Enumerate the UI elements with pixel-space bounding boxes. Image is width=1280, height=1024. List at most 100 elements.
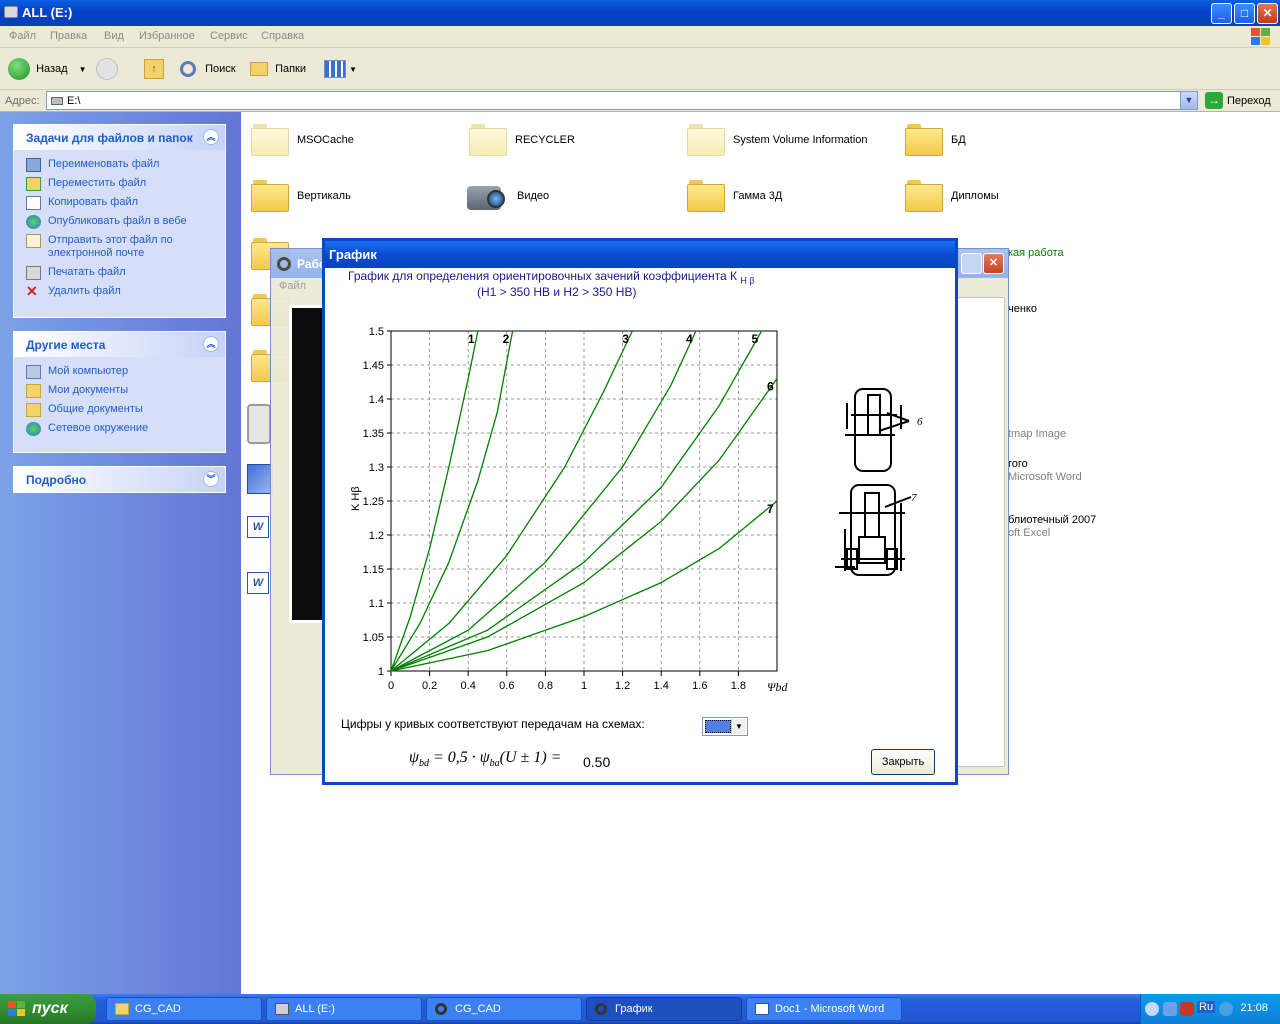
address-input[interactable]: E:\ ▼: [46, 91, 1198, 110]
views-button[interactable]: ▼: [324, 56, 357, 82]
menu-file[interactable]: Файл: [279, 280, 306, 292]
y-tick-label: 1.15: [363, 564, 384, 576]
task-rename[interactable]: Переименовать файл: [26, 158, 215, 172]
color-swatch: [705, 720, 731, 733]
network-icon: [26, 422, 41, 436]
place-network[interactable]: Сетевое окружение: [26, 422, 215, 436]
file-item[interactable]: RECYCLER: [469, 118, 669, 166]
taskbar-button-active[interactable]: График: [586, 997, 742, 1021]
collapse-chevron-icon[interactable]: ︽: [203, 336, 219, 352]
close-button[interactable]: ✕: [1257, 3, 1278, 24]
place-shared-documents[interactable]: Общие документы: [26, 403, 215, 417]
y-tick-label: 1.4: [369, 394, 384, 406]
task-email[interactable]: Отправить этот файл по электронной почте: [26, 234, 215, 260]
menu-tools[interactable]: Сервис: [210, 30, 248, 42]
standard-toolbar: Назад ▼ ↑ Поиск Папки ▼: [0, 48, 1280, 90]
folders-icon: [250, 62, 268, 77]
forward-arrow-icon: [96, 58, 118, 81]
task-publish[interactable]: Опубликовать файл в вебе: [26, 215, 215, 229]
task-delete[interactable]: ✕ Удалить файл: [26, 284, 215, 298]
menu-help[interactable]: Справка: [261, 30, 304, 42]
language-indicator[interactable]: Ru: [1197, 1001, 1216, 1013]
scheme-select[interactable]: ▼: [702, 717, 748, 736]
start-button[interactable]: пуск: [0, 994, 96, 1024]
file-tasks-header[interactable]: Задачи для файлов и папок ︽: [14, 125, 225, 150]
collapse-chevron-icon[interactable]: ︽: [203, 129, 219, 145]
word-document-icon[interactable]: W: [247, 572, 269, 594]
envelope-icon: [26, 234, 41, 248]
task-print[interactable]: Печатать файл: [26, 266, 215, 280]
menu-bar: Файл Правка Вид Избранное Сервис Справка: [0, 26, 1280, 48]
taskbar-button[interactable]: Doc1 - Microsoft Word: [746, 997, 902, 1021]
y-tick-label: 1.2: [369, 530, 384, 542]
maximize-button[interactable]: [961, 253, 982, 274]
file-item[interactable]: System Volume Information: [687, 118, 897, 166]
x-tick-label: 1.2: [615, 680, 630, 692]
go-arrow-icon[interactable]: →: [1205, 92, 1223, 109]
task-move[interactable]: Переместить файл: [26, 177, 215, 191]
taskbar: пуск CG_CAD ALL (E:) CG_CAD График Doc1 …: [0, 994, 1280, 1024]
chart-dialog: График График для определения ориентиров…: [322, 238, 958, 785]
close-button[interactable]: ✕: [983, 253, 1004, 274]
task-rename-label: Переименовать файл: [48, 158, 160, 170]
file-item[interactable]: MSOCache: [251, 118, 451, 166]
task-pane: Задачи для файлов и папок ︽ Переименоват…: [0, 112, 241, 994]
y-tick-label: 1.35: [363, 428, 384, 440]
task-copy[interactable]: Копировать файл: [26, 196, 215, 210]
minimize-button[interactable]: _: [1211, 3, 1232, 24]
legend-label: Цифры у кривых соответствуют передачам н…: [341, 717, 645, 731]
move-icon: [26, 177, 41, 191]
series-label: 3: [622, 332, 629, 346]
chart-dialog-titlebar[interactable]: График: [325, 241, 955, 268]
place-my-computer[interactable]: Мой компьютер: [26, 365, 215, 379]
place-my-computer-label: Мой компьютер: [48, 365, 129, 377]
other-places-header[interactable]: Другие места ︽: [14, 332, 225, 357]
tray-app-icon[interactable]: [1180, 1002, 1194, 1016]
up-folder-button[interactable]: ↑: [144, 56, 164, 82]
file-item[interactable]: БД: [905, 118, 1105, 166]
maximize-button[interactable]: □: [1234, 3, 1255, 24]
menu-favorites[interactable]: Избранное: [139, 30, 195, 42]
y-tick-label: 1.3: [369, 462, 384, 474]
place-network-label: Сетевое окружение: [48, 422, 149, 434]
tray-app-icon[interactable]: [1219, 1002, 1233, 1016]
file-item[interactable]: Видео: [465, 174, 665, 222]
forward-button[interactable]: [96, 56, 118, 82]
other-places-panel: Другие места ︽ Мой компьютер Мои докумен…: [13, 331, 226, 453]
file-item[interactable]: Гамма 3Д: [687, 174, 887, 222]
file-name-fragment: кая работа: [1008, 247, 1064, 259]
search-button[interactable]: Поиск: [180, 56, 236, 82]
word-document-icon[interactable]: W: [247, 516, 269, 538]
rename-icon: [26, 158, 41, 172]
drive-device-icon[interactable]: [247, 404, 271, 444]
place-my-documents[interactable]: Мои документы: [26, 384, 215, 398]
x-tick-label: 0.2: [422, 680, 437, 692]
file-item[interactable]: Дипломы: [905, 174, 1105, 222]
taskbar-button[interactable]: CG_CAD: [426, 997, 582, 1021]
series-label: 5: [752, 332, 759, 346]
back-dropdown-icon[interactable]: ▼: [79, 65, 87, 74]
task-email-label: Отправить этот файл по электронной почте: [48, 234, 173, 259]
close-dialog-button[interactable]: Закрыть: [871, 749, 935, 775]
file-type-fragment: tmap Image: [1008, 428, 1067, 440]
file-item[interactable]: Вертикаль: [251, 174, 451, 222]
folders-button[interactable]: Папки: [250, 56, 306, 82]
chart-title-text: График для определения ориентировочных з…: [348, 269, 737, 283]
chevron-down-icon[interactable]: ▼: [731, 719, 746, 734]
task-move-label: Переместить файл: [48, 177, 147, 189]
expand-chevron-icon[interactable]: ︾: [203, 471, 219, 487]
menu-edit[interactable]: Правка: [50, 30, 87, 42]
system-tray: Ru 21:08: [1140, 994, 1280, 1024]
details-header[interactable]: Подробно ︾: [14, 467, 225, 492]
windows-logo-icon: [1250, 27, 1270, 46]
menu-file[interactable]: Файл: [9, 30, 36, 42]
menu-view[interactable]: Вид: [104, 30, 124, 42]
tray-expand-icon[interactable]: [1145, 1002, 1159, 1016]
go-button[interactable]: Переход: [1227, 95, 1271, 107]
back-button[interactable]: Назад ▼: [8, 56, 87, 82]
address-dropdown-icon[interactable]: ▼: [1180, 92, 1197, 109]
tray-app-icon[interactable]: [1163, 1002, 1177, 1016]
file-name: MSOCache: [297, 134, 354, 146]
taskbar-button[interactable]: CG_CAD: [106, 997, 262, 1021]
taskbar-button[interactable]: ALL (E:): [266, 997, 422, 1021]
